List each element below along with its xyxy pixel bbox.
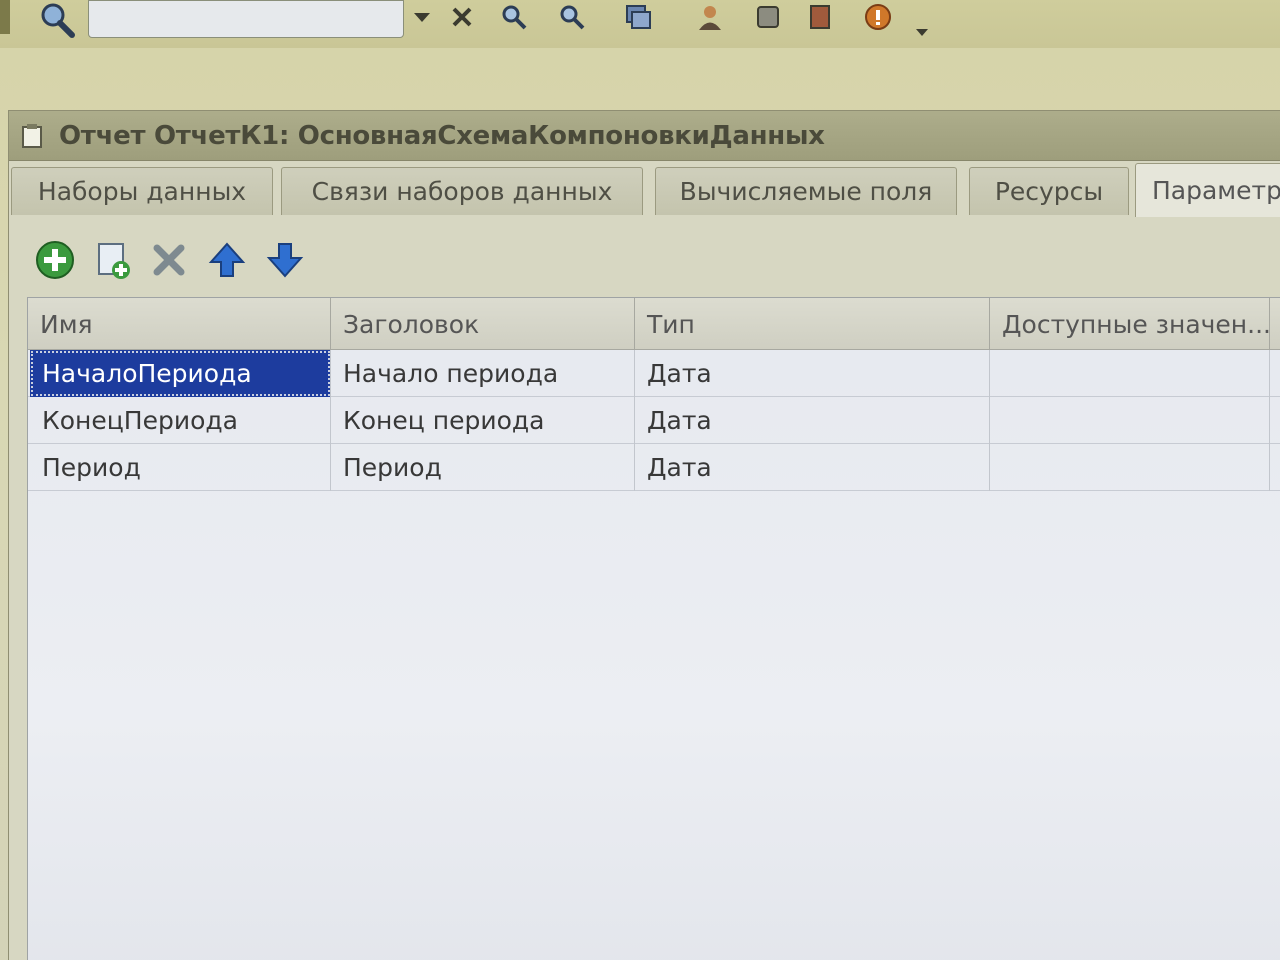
more-arrow-icon[interactable]	[906, 14, 938, 48]
window-title: Отчет ОтчетК1: ОсновнаяСхемаКомпоновкиДа…	[59, 120, 825, 151]
search-input[interactable]	[88, 0, 404, 38]
tab-parameters[interactable]: Параметры	[1135, 163, 1280, 217]
add-icon[interactable]	[31, 237, 79, 283]
tab-label: Ресурсы	[994, 177, 1104, 206]
search-icon[interactable]	[38, 2, 78, 38]
tab-dataset-links[interactable]: Связи наборов данных	[281, 167, 643, 215]
move-down-icon[interactable]	[261, 237, 309, 283]
app-toolbar	[0, 0, 1280, 48]
help-topics-icon[interactable]	[752, 0, 784, 34]
user-icon[interactable]	[694, 0, 726, 34]
cell-title[interactable]: Период	[331, 444, 635, 491]
tab-label: Связи наборов данных	[311, 177, 613, 206]
tab-datasets[interactable]: Наборы данных	[11, 167, 273, 215]
report-form-window: Отчет ОтчетК1: ОсновнаяСхемаКомпоновкиДа…	[8, 110, 1280, 960]
tab-strip: Наборы данных Связи наборов данных Вычис…	[9, 161, 1280, 217]
delete-icon[interactable]	[145, 237, 193, 283]
cell-available-values[interactable]	[990, 397, 1270, 444]
window-titlebar[interactable]: Отчет ОтчетК1: ОсновнаяСхемаКомпоновкиДа…	[9, 111, 1280, 161]
table-header: Имя Заголовок Тип Доступные значен...	[28, 298, 1280, 350]
column-header-name[interactable]: Имя	[28, 298, 331, 350]
info-icon[interactable]	[862, 0, 894, 34]
toolbar-grip[interactable]	[0, 0, 10, 34]
tab-resources[interactable]: Ресурсы	[969, 167, 1129, 215]
book-icon[interactable]	[804, 0, 836, 34]
cell-type[interactable]: Дата	[635, 444, 990, 491]
cell-name[interactable]: НачалоПериода	[30, 350, 331, 397]
column-header-title[interactable]: Заголовок	[331, 298, 635, 350]
cell-available-values[interactable]	[990, 350, 1270, 397]
cell-type[interactable]: Дата	[635, 397, 990, 444]
cell-name[interactable]: КонецПериода	[30, 397, 331, 444]
move-up-icon[interactable]	[203, 237, 251, 283]
cell-title[interactable]: Конец периода	[331, 397, 635, 444]
tab-calculated-fields[interactable]: Вычисляемые поля	[655, 167, 957, 215]
table-row[interactable]: Период Период Дата	[28, 444, 1280, 491]
cell-name[interactable]: Период	[30, 444, 331, 491]
windows-icon[interactable]	[622, 0, 654, 34]
tab-label: Вычисляемые поля	[679, 177, 933, 206]
report-icon	[22, 123, 42, 148]
dropdown-arrow-icon[interactable]	[406, 0, 438, 34]
find-next-icon[interactable]	[498, 0, 530, 34]
find-previous-icon[interactable]	[556, 0, 588, 34]
tab-label: Наборы данных	[37, 177, 247, 206]
cell-title[interactable]: Начало периода	[331, 350, 635, 397]
table-row[interactable]: НачалоПериода Начало периода Дата	[28, 350, 1280, 397]
cell-available-values[interactable]	[990, 444, 1270, 491]
command-bar	[9, 227, 1280, 289]
parameters-table[interactable]: Имя Заголовок Тип Доступные значен... На…	[27, 297, 1280, 960]
cell-type[interactable]: Дата	[635, 350, 990, 397]
tab-label: Параметры	[1152, 176, 1280, 205]
table-row[interactable]: КонецПериода Конец периода Дата	[28, 397, 1280, 444]
clear-search-icon[interactable]	[446, 0, 478, 34]
copy-icon[interactable]	[89, 237, 137, 283]
column-header-type[interactable]: Тип	[635, 298, 990, 350]
column-header-available-values[interactable]: Доступные значен...	[990, 298, 1270, 350]
